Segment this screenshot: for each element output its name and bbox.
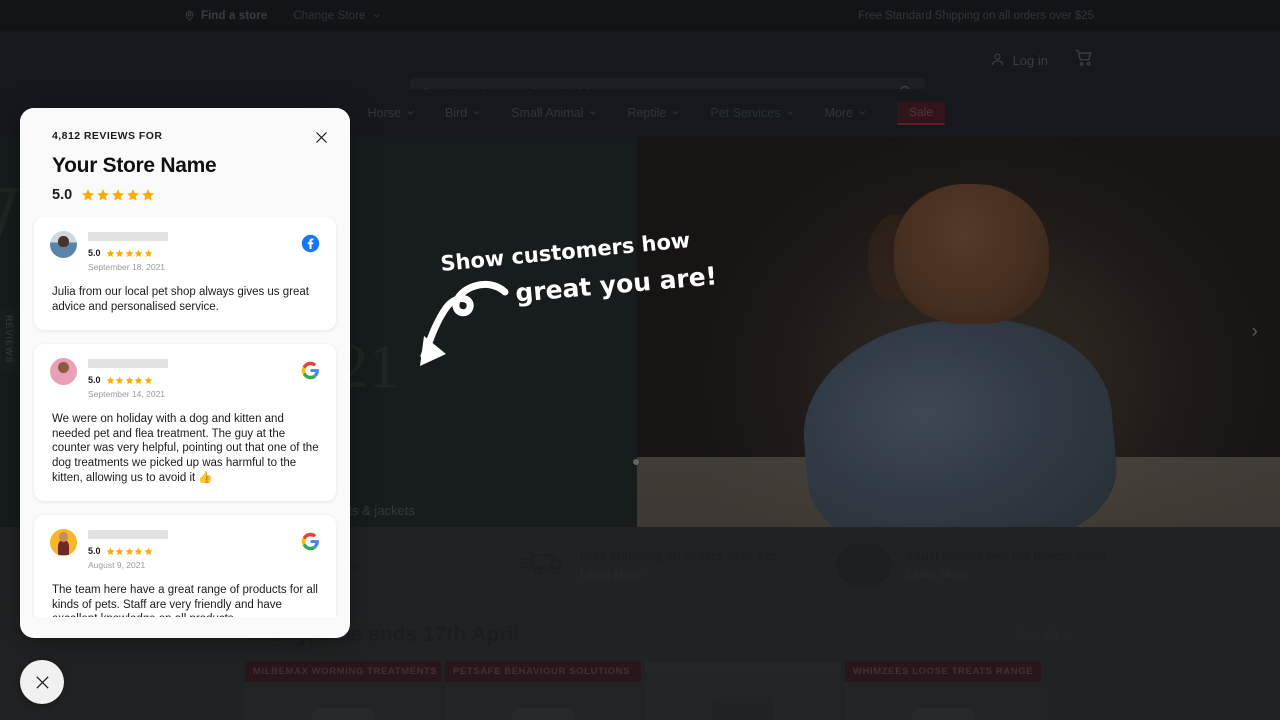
- review-score: 5.0: [88, 546, 101, 557]
- reviews-list[interactable]: 5.0 September 18, 2021 Julia from our lo…: [20, 217, 350, 617]
- reviewer-name-redacted: [88, 359, 168, 369]
- review-card: 5.0 September 14, 2021 We were on holida…: [34, 344, 336, 502]
- reviewer-name-redacted: [88, 530, 168, 540]
- reviews-widget-header: 4,812 REVIEWS FOR Your Store Name 5.0: [20, 108, 350, 217]
- review-card: 5.0 August 9, 2021 The team here have a …: [34, 515, 336, 617]
- review-card: 5.0 September 18, 2021 Julia from our lo…: [34, 217, 336, 331]
- review-rating: 5.0: [88, 248, 320, 258]
- review-header: 5.0 September 14, 2021: [50, 358, 320, 399]
- avatar: [50, 358, 77, 386]
- review-stars: [106, 376, 153, 385]
- widget-close-fab[interactable]: [20, 660, 64, 704]
- google-icon: [301, 361, 320, 385]
- review-meta: 5.0 September 18, 2021: [88, 231, 320, 272]
- review-score: 5.0: [88, 248, 101, 258]
- review-date: August 9, 2021: [88, 560, 146, 571]
- review-stars: [106, 547, 153, 556]
- rating-stars: [81, 188, 155, 202]
- review-text: The team here have a great range of prod…: [52, 584, 318, 617]
- review-stars: [106, 249, 153, 258]
- review-rating: 5.0: [88, 375, 320, 385]
- rating-value: 5.0: [52, 187, 73, 203]
- reviews-widget: 4,812 REVIEWS FOR Your Store Name 5.0 5.…: [20, 108, 350, 638]
- review-date: September 18, 2021: [88, 262, 166, 272]
- store-name: Your Store Name: [52, 154, 217, 177]
- avatar: [50, 231, 77, 258]
- avatar: [50, 529, 77, 557]
- close-icon[interactable]: [310, 126, 332, 148]
- google-icon: [301, 532, 320, 556]
- review-text: We were on holiday with a dog and kitten…: [52, 413, 319, 484]
- review-header: 5.0 August 9, 2021: [50, 529, 320, 570]
- reviews-count-label: 4,812 REVIEWS FOR: [52, 130, 163, 142]
- review-meta: 5.0 September 14, 2021: [88, 358, 320, 399]
- review-rating: 5.0: [88, 546, 320, 556]
- review-text: Julia from our local pet shop always giv…: [52, 286, 309, 313]
- review-score: 5.0: [88, 375, 101, 386]
- review-date: September 14, 2021: [88, 389, 166, 400]
- review-header: 5.0 September 18, 2021: [50, 231, 320, 272]
- reviewer-name-redacted: [88, 232, 168, 241]
- review-meta: 5.0 August 9, 2021: [88, 529, 320, 570]
- facebook-icon: [301, 234, 320, 258]
- overall-rating: 5.0: [52, 187, 324, 203]
